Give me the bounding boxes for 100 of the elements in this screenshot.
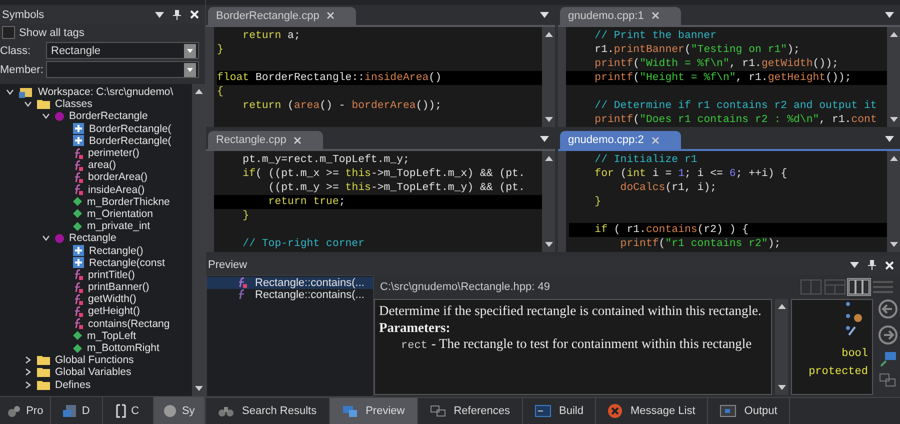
pin-icon[interactable] [173, 10, 181, 20]
tree-item[interactable]: m_private_int [87, 220, 150, 232]
tree-item[interactable]: m_Orientation [87, 208, 153, 220]
expander-icon[interactable] [24, 356, 32, 364]
output-tab[interactable]: References [418, 398, 523, 424]
tree-item[interactable]: m_TopLeft [87, 330, 136, 342]
tree-item[interactable]: Global Functions [55, 354, 134, 366]
expander-icon[interactable] [24, 380, 32, 389]
scroll-down-icon[interactable] [778, 385, 786, 390]
code-line: // Print the banner [594, 28, 718, 43]
scroll-down-icon[interactable] [544, 117, 552, 122]
comment-icon[interactable] [879, 350, 897, 367]
panel-tab[interactable]: Pro [0, 397, 52, 424]
constructor-icon [73, 123, 84, 134]
dropdown-icon[interactable] [885, 136, 894, 142]
console-icon [534, 405, 551, 418]
scroll-down-icon[interactable] [194, 386, 202, 391]
document-icon [62, 404, 77, 418]
expander-icon[interactable] [24, 100, 32, 108]
editor-tab[interactable]: gnudemo.cpp:1 [560, 6, 681, 25]
dropdown-icon[interactable] [155, 12, 164, 18]
constructor-icon [73, 135, 84, 146]
code-line: return (area() - borderArea()); [242, 98, 442, 113]
editor-tab[interactable]: BorderRectangle.cpp [208, 6, 356, 25]
expander-icon[interactable] [6, 88, 14, 96]
output-tab[interactable]: Output [708, 398, 790, 424]
tree-item[interactable]: getWidth() [88, 293, 136, 306]
dropdown-icon[interactable] [540, 136, 549, 142]
scroll-up-icon[interactable] [778, 304, 786, 309]
output-tab[interactable]: Message List [596, 398, 708, 424]
code-line: doCalcs(r1, i); [619, 181, 718, 196]
method-icon [73, 160, 83, 171]
tree-item[interactable]: m_BorderThickne [87, 196, 170, 208]
scroll-up-icon[interactable] [544, 32, 552, 37]
tree-item[interactable]: Rectangle [69, 232, 116, 244]
windows-icon[interactable] [879, 372, 897, 387]
scroll-down-icon[interactable] [890, 242, 898, 247]
back-icon[interactable] [878, 298, 898, 319]
tree-item[interactable]: Defines [55, 378, 91, 391]
tree-item[interactable]: Rectangle(const [89, 256, 165, 269]
tree-item[interactable]: Global Variables [55, 366, 132, 378]
tree-item[interactable]: Classes [55, 98, 92, 110]
workspace-icon [19, 86, 33, 98]
scroll-up-icon[interactable] [890, 156, 898, 162]
scroll-up-icon[interactable] [194, 89, 202, 94]
dropdown-icon[interactable] [885, 12, 894, 18]
window-icon [720, 405, 736, 418]
member-dropdown[interactable] [46, 61, 199, 78]
windows-icon [430, 405, 446, 418]
forward-icon[interactable] [878, 324, 898, 345]
checkbox[interactable] [2, 26, 15, 39]
tree-item[interactable]: contains(Rectang [88, 318, 170, 330]
scroll-down-icon[interactable] [544, 242, 552, 247]
pin-icon[interactable] [868, 260, 876, 270]
code-line: // Determine if r1 contains r2 and output it [594, 98, 878, 113]
tree-item[interactable]: insideArea() [88, 184, 145, 196]
windows-icon [342, 405, 358, 418]
expander-icon[interactable] [42, 112, 50, 120]
code-line: pt.m_y=rect.m_TopLeft.m_y; [242, 153, 410, 168]
panel-tab[interactable]: D [51, 397, 102, 424]
tree-item[interactable]: getHeight() [88, 305, 140, 318]
tree-item[interactable]: BorderRectangle [69, 110, 148, 122]
dropdown-icon[interactable] [850, 262, 859, 268]
editor-tab[interactable]: gnudemo.cpp:2 [560, 131, 681, 150]
dropdown-icon[interactable] [184, 62, 196, 76]
class-dropdown[interactable]: Rectangle [46, 42, 199, 59]
dropdown-icon[interactable] [184, 44, 196, 58]
tree-item[interactable]: Rectangle() [89, 244, 144, 257]
dropdown-icon[interactable] [540, 12, 549, 18]
tree-item[interactable]: BorderRectangle( [89, 122, 172, 135]
layout-icon[interactable] [848, 278, 870, 295]
tree-item[interactable]: m_BottomRight [87, 342, 160, 354]
tree-item[interactable]: borderArea() [88, 171, 148, 184]
field-label: Member: [0, 64, 44, 76]
function-icon [237, 289, 247, 300]
tree-item[interactable]: perimeter() [88, 147, 140, 160]
folder-icon [37, 355, 50, 366]
scroll-up-icon[interactable] [544, 156, 552, 162]
expander-icon[interactable] [24, 368, 32, 376]
error-icon [608, 404, 622, 418]
tree-item[interactable]: area() [88, 159, 116, 172]
scroll-up-icon[interactable] [890, 32, 898, 37]
brackets-icon [116, 404, 126, 418]
tree-item[interactable]: BorderRectangle( [89, 134, 172, 147]
method-icon [73, 148, 83, 159]
output-tab[interactable]: Search Results [206, 398, 330, 424]
output-tab[interactable]: Build [522, 398, 596, 424]
tree-item[interactable]: printTitle() [88, 268, 135, 281]
folder-icon [37, 367, 50, 378]
output-tab[interactable]: Preview [330, 398, 418, 424]
tree-item[interactable]: printBanner() [88, 281, 150, 294]
panel-tab[interactable]: Sy [154, 397, 205, 424]
result-item[interactable]: Rectangle::contains(... [207, 276, 373, 289]
editor-tab[interactable]: Rectangle.cpp [208, 131, 324, 150]
type-label: bool [842, 348, 868, 360]
expander-icon[interactable] [42, 234, 50, 242]
circles-icon [7, 404, 22, 418]
tree-item[interactable]: Workspace: C:\src\gnudemo\ [38, 86, 174, 98]
result-item[interactable]: Rectangle::contains(... [207, 288, 373, 301]
scroll-down-icon[interactable] [890, 117, 898, 122]
